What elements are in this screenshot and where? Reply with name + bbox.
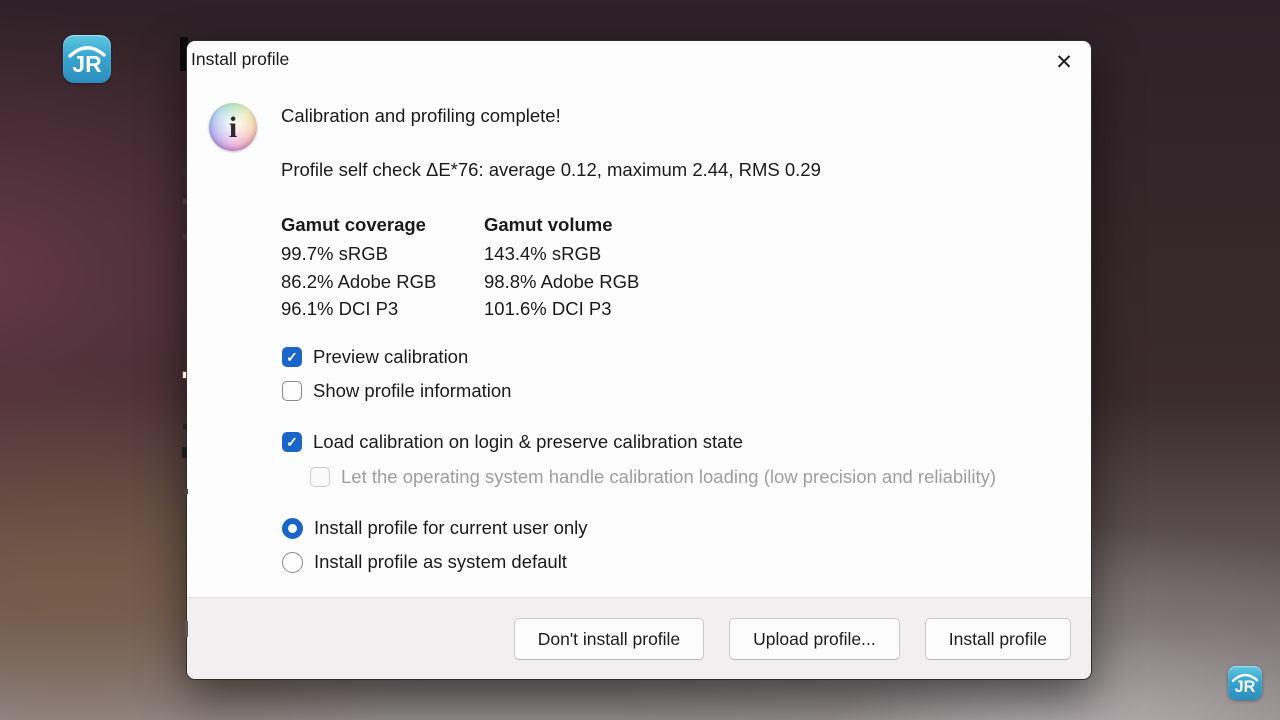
window-edge-artifact (183, 424, 187, 429)
upload-profile-button[interactable]: Upload profile... (729, 618, 900, 660)
install-profile-button[interactable]: Install profile (925, 618, 1071, 660)
window-edge-artifact (183, 167, 187, 174)
gamut-coverage-dcip3: 96.1% DCI P3 (281, 295, 436, 322)
show-profile-information-label: Show profile information (313, 380, 511, 402)
install-current-user-option[interactable]: Install profile for current user only (282, 515, 588, 541)
preview-calibration-checkbox[interactable]: ✓ (282, 347, 302, 367)
os-handle-calibration-option: ✓ Let the operating system handle calibr… (310, 464, 996, 490)
install-system-default-label: Install profile as system default (314, 551, 567, 573)
install-system-default-radio[interactable] (282, 552, 303, 573)
preview-calibration-option[interactable]: ✓ Preview calibration (282, 344, 468, 370)
gamut-coverage-column: Gamut coverage 99.7% sRGB 86.2% Adobe RG… (281, 211, 436, 323)
dialog-title: Install profile (191, 49, 289, 70)
check-icon: ✓ (286, 350, 298, 364)
info-icon: i (209, 103, 257, 151)
show-profile-information-option[interactable]: ✓ Show profile information (282, 378, 511, 404)
gamut-volume-column: Gamut volume 143.4% sRGB 98.8% Adobe RGB… (484, 211, 639, 323)
preview-calibration-label: Preview calibration (313, 346, 468, 368)
dont-install-profile-button[interactable]: Don't install profile (514, 618, 704, 660)
window-edge-artifact (183, 234, 187, 239)
install-profile-dialog: Install profile ✕ i Calibration and prof… (186, 40, 1092, 680)
install-current-user-radio[interactable] (282, 518, 303, 539)
load-calibration-on-login-label: Load calibration on login & preserve cal… (313, 431, 743, 453)
gamut-volume-adobergb: 98.8% Adobe RGB (484, 268, 639, 295)
window-edge-artifact (183, 199, 187, 204)
close-icon[interactable]: ✕ (1045, 43, 1083, 81)
install-system-default-option[interactable]: Install profile as system default (282, 549, 567, 575)
show-profile-information-checkbox[interactable]: ✓ (282, 381, 302, 401)
install-current-user-label: Install profile for current user only (314, 517, 588, 539)
gamut-coverage-header: Gamut coverage (281, 211, 436, 238)
load-calibration-on-login-checkbox[interactable]: ✓ (282, 432, 302, 452)
jr-logo: JR (63, 35, 111, 83)
completion-message: Calibration and profiling complete! (281, 105, 561, 127)
check-icon: ✓ (286, 435, 298, 449)
gamut-coverage-srgb: 99.7% sRGB (281, 240, 436, 267)
logo-text: JR (72, 51, 102, 77)
window-edge-artifact (185, 621, 188, 637)
dialog-footer: Don't install profile Upload profile... … (187, 597, 1091, 679)
window-edge-artifact (182, 447, 187, 458)
load-calibration-on-login-option[interactable]: ✓ Load calibration on login & preserve c… (282, 429, 743, 455)
gamut-volume-srgb: 143.4% sRGB (484, 240, 639, 267)
jr-logo-watermark: JR (1228, 666, 1262, 700)
os-handle-calibration-checkbox: ✓ (310, 467, 330, 487)
gamut-coverage-adobergb: 86.2% Adobe RGB (281, 268, 436, 295)
button-row: Don't install profile Upload profile... … (514, 618, 1071, 660)
logo-text: JR (1235, 678, 1256, 696)
os-handle-calibration-label: Let the operating system handle calibrat… (341, 466, 996, 488)
window-edge-artifact (182, 371, 187, 379)
gamut-volume-dcip3: 101.6% DCI P3 (484, 295, 639, 322)
self-check-summary: Profile self check ΔE*76: average 0.12, … (281, 159, 821, 181)
gamut-volume-header: Gamut volume (484, 211, 639, 238)
window-edge-artifact (184, 489, 188, 494)
